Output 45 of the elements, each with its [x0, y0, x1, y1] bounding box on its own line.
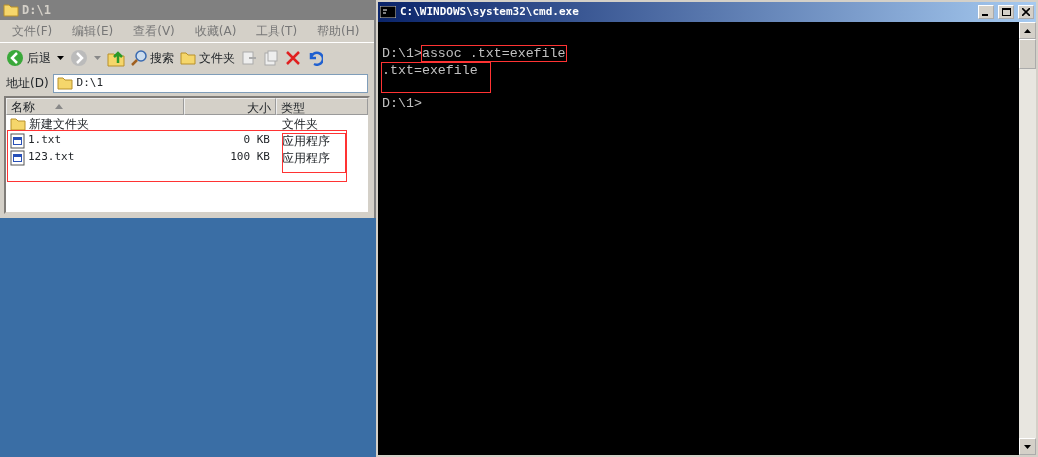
- undo-icon[interactable]: [307, 49, 323, 66]
- folder-icon: [180, 49, 196, 66]
- delete-icon[interactable]: [285, 49, 301, 66]
- file-size: 100 KB: [230, 150, 270, 164]
- scroll-down-icon[interactable]: [1024, 444, 1031, 449]
- console-command: assoc .txt=exefile: [421, 46, 566, 61]
- copy-to-icon[interactable]: [263, 49, 279, 66]
- move-to-icon[interactable]: [241, 49, 257, 66]
- file-type: 应用程序: [282, 150, 330, 165]
- folder-icon: [56, 75, 73, 91]
- sort-ascending-icon: [55, 104, 63, 109]
- scroll-up-icon[interactable]: [1024, 28, 1031, 33]
- dropdown-caret-icon[interactable]: [57, 55, 64, 60]
- address-field[interactable]: D:\1: [52, 73, 368, 93]
- window-title: C:\WINDOWS\system32\cmd.exe: [400, 3, 580, 20]
- maximize-button[interactable]: [998, 5, 1014, 19]
- folders-button[interactable]: 文件夹: [180, 48, 235, 67]
- application-file-icon: [10, 149, 25, 166]
- console-output: .txt=exefile: [382, 62, 490, 92]
- file-type: 文件夹: [282, 116, 318, 131]
- address-label: 地址(D): [6, 75, 49, 92]
- application-file-icon: [10, 132, 25, 149]
- scrollbar[interactable]: [1019, 22, 1036, 455]
- window-title: D:\1: [22, 2, 51, 19]
- file-name[interactable]: 新建文件夹: [29, 114, 89, 133]
- file-size: 0 KB: [243, 133, 270, 147]
- console-prompt: D:\1>: [382, 95, 422, 111]
- folder-icon: [10, 115, 26, 132]
- column-header[interactable]: 名称: [6, 98, 184, 115]
- search-icon: [131, 49, 147, 66]
- scrollbar-thumb[interactable]: [1019, 39, 1036, 69]
- column-header[interactable]: 大小: [184, 98, 276, 115]
- console-icon: [380, 6, 396, 18]
- file-type: 应用程序: [282, 133, 330, 148]
- close-icon: [1022, 8, 1030, 16]
- column-header[interactable]: 类型: [276, 98, 368, 115]
- close-button[interactable]: [1018, 5, 1034, 19]
- console-prompt: D:\1>: [382, 46, 422, 61]
- back-button[interactable]: 后退: [6, 48, 51, 67]
- minimize-button[interactable]: [978, 5, 994, 19]
- maximize-icon: [1001, 8, 1011, 16]
- file-name[interactable]: 123.txt: [28, 149, 75, 166]
- folder-icon: [3, 2, 19, 18]
- search-button[interactable]: 搜索: [131, 48, 174, 67]
- file-name[interactable]: 1.txt: [28, 132, 62, 149]
